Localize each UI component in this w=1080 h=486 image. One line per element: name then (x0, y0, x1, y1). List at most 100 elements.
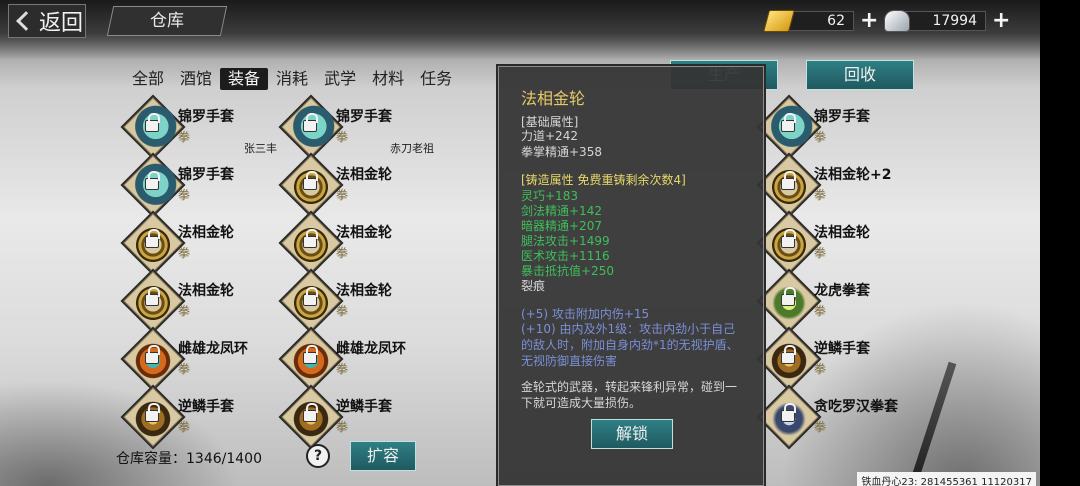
inventory-item[interactable]: 法相金轮拳 (278, 210, 432, 276)
inventory-item[interactable]: 法相金轮拳 (278, 268, 432, 334)
inventory-item[interactable]: 锦罗手套拳 (756, 94, 910, 160)
item-type: 拳 (178, 130, 191, 144)
inventory-item[interactable]: 雌雄龙凤环拳 (278, 326, 432, 392)
back-label: 返回 (39, 11, 84, 36)
lock-icon (781, 403, 796, 422)
lock-icon (145, 229, 160, 248)
item-type: 拳 (178, 188, 191, 202)
forge-attr-header: [铸造属性 免费重铸剩余次数4] (521, 173, 686, 187)
tab-equipment[interactable]: 装备 (220, 68, 269, 90)
item-type: 拳 (336, 362, 349, 376)
lock-icon (303, 113, 318, 132)
effect-line: (+10) 由内及外1级：攻击内劲小于自己的敌人时，附加自身内劲*1的无视护盾、… (521, 322, 739, 368)
item-name: 逆鳞手套 (336, 399, 392, 415)
tab-tavern[interactable]: 酒馆 (172, 68, 220, 90)
base-stat: 力道+242 (521, 129, 578, 143)
player-id-label: 铁血丹心23: 281455361 11120317 (857, 472, 1036, 486)
gold-counter: 62 + (763, 10, 878, 32)
item-type: 拳 (178, 246, 191, 260)
item-name: 龙虎拳套 (814, 283, 870, 299)
item-name: 锦罗手套 (336, 109, 392, 125)
capacity-label: 仓库容量： (116, 451, 186, 467)
inventory-item[interactable]: 法相金轮+2 拳 (756, 152, 910, 218)
back-button[interactable]: 返回 (8, 4, 86, 38)
item-name: 雌雄龙凤环 (178, 341, 248, 357)
item-name: 雌雄龙凤环 (336, 341, 406, 357)
item-name: 法相金轮 (178, 283, 234, 299)
crack-label: 裂痕 (521, 279, 546, 293)
item-type: 拳 (814, 246, 827, 260)
tab-martial-arts[interactable]: 武学 (316, 68, 364, 90)
category-tabs: 全部 酒馆 装备 消耗 武学 材料 任务 (124, 68, 460, 90)
base-stat: 拳掌精通+358 (521, 145, 602, 159)
silver-value: 17994 (904, 11, 986, 31)
item-type: 拳 (178, 304, 191, 318)
gold-value: 62 (786, 11, 854, 31)
silver-counter: 17994 + (884, 10, 1010, 32)
item-name: 贪吃罗汉拳套 (814, 399, 898, 415)
lock-icon (303, 287, 318, 306)
add-silver-button[interactable]: + (992, 10, 1010, 32)
lock-icon (781, 113, 796, 132)
lock-icon (781, 229, 796, 248)
help-icon[interactable]: ? (306, 444, 330, 468)
lock-icon (781, 287, 796, 306)
inventory-item[interactable]: 逆鳞手套拳 (278, 384, 432, 450)
chevron-left-icon (16, 11, 36, 31)
inventory-item[interactable]: 龙虎拳套拳 (756, 268, 910, 334)
inventory-item[interactable]: 逆鳞手套拳 (756, 326, 910, 392)
inventory-item[interactable]: 法相金轮拳 (120, 210, 274, 276)
item-name: 逆鳞手套 (178, 399, 234, 415)
inventory-item[interactable]: 雌雄龙凤环拳 (120, 326, 274, 392)
inventory-item[interactable]: 法相金轮拳 (278, 152, 432, 218)
item-name: 法相金轮 (336, 225, 392, 241)
add-gold-button[interactable]: + (860, 10, 878, 32)
effect-line: (+5) 攻击附加内伤+15 (521, 307, 650, 321)
lock-icon (303, 403, 318, 422)
item-type: 拳 (336, 188, 349, 202)
item-type: 拳 (178, 362, 191, 376)
screen-edge (1040, 0, 1080, 486)
lock-icon (145, 171, 160, 190)
lock-icon (781, 171, 796, 190)
inventory-item[interactable]: 法相金轮拳 (120, 268, 274, 334)
capacity-value: 1346/1400 (186, 451, 262, 467)
item-type: 拳 (814, 130, 827, 144)
tab-all[interactable]: 全部 (124, 68, 172, 90)
item-name: 法相金轮 (336, 167, 392, 183)
inventory-item[interactable]: 锦罗手套拳 (120, 152, 274, 218)
item-name: 法相金轮 (178, 225, 234, 241)
item-type: 拳 (814, 304, 827, 318)
item-name: 法相金轮+2 (814, 167, 892, 183)
item-name: 锦罗手套 (178, 167, 234, 183)
tab-materials[interactable]: 材料 (364, 68, 412, 90)
item-type: 拳 (336, 304, 349, 318)
unlock-button[interactable]: 解锁 (591, 419, 673, 449)
item-name: 法相金轮 (814, 225, 870, 241)
capacity-display: 仓库容量：1346/1400 (116, 448, 262, 468)
lock-icon (303, 171, 318, 190)
page-title: 仓库 (106, 6, 228, 36)
item-type: 拳 (178, 420, 191, 434)
item-type: 拳 (814, 420, 827, 434)
lock-icon (145, 345, 160, 364)
inventory-item[interactable]: 贪吃罗汉拳套拳 (756, 384, 910, 450)
inventory-item[interactable]: 法相金轮拳 (756, 210, 910, 276)
inventory-item[interactable]: 逆鳞手套拳 (120, 384, 274, 450)
tab-consumables[interactable]: 消耗 (268, 68, 316, 90)
tab-tasks[interactable]: 任务 (412, 68, 460, 90)
lock-icon (145, 287, 160, 306)
item-name: 锦罗手套 (178, 109, 234, 125)
item-description: 金轮式的武器，转起来锋利异常，碰到一下就可造成大量损伤。 (521, 380, 738, 410)
expand-button[interactable]: 扩容 (350, 441, 416, 471)
silver-ingot-icon (884, 10, 910, 32)
item-type: 拳 (336, 246, 349, 260)
item-type: 拳 (814, 188, 827, 202)
lock-icon (303, 229, 318, 248)
recycle-button[interactable]: 回收 (806, 60, 914, 90)
item-type: 拳 (814, 362, 827, 376)
tooltip-title: 法相金轮 (521, 89, 586, 108)
item-name: 锦罗手套 (814, 109, 870, 125)
lock-icon (145, 113, 160, 132)
lock-icon (303, 345, 318, 364)
